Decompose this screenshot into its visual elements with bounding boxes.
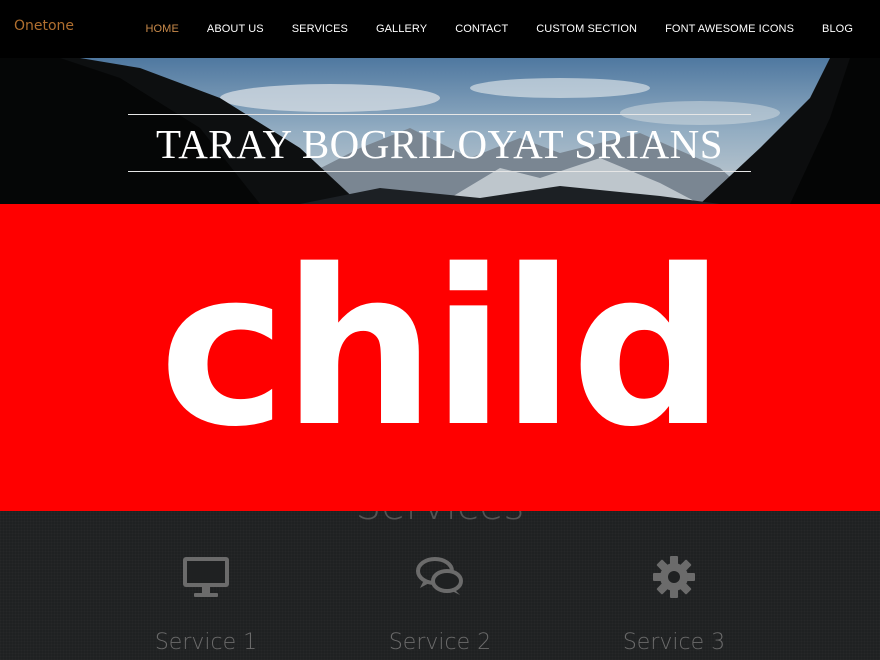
nav-menu: HOME ABOUT US SERVICES GALLERY CONTACT C… [117, 0, 853, 58]
nav-item-font-awesome-icons[interactable]: FONT AWESOME ICONS [665, 23, 794, 35]
nav-item-about-us[interactable]: ABOUT US [207, 23, 264, 35]
service-item-2[interactable]: Service 2 [350, 555, 530, 655]
hero-title-top-rule [128, 114, 751, 115]
hero-title-bottom-rule [128, 171, 751, 172]
nav-item-home[interactable]: HOME [145, 23, 178, 35]
comments-icon [350, 555, 530, 603]
service-item-3[interactable]: Service 3 [584, 555, 764, 655]
service-item-1[interactable]: Service 1 [116, 555, 296, 655]
nav-item-gallery[interactable]: GALLERY [376, 23, 427, 35]
service-label-1: Service 1 [154, 630, 258, 655]
service-label-3: Service 3 [622, 630, 726, 655]
nav-item-contact[interactable]: CONTACT [455, 23, 508, 35]
overlay-banner: child [0, 204, 880, 511]
overlay-label: child [159, 223, 725, 474]
services-section: Services Service 1 Service 2 [0, 483, 880, 660]
gear-icon [584, 555, 764, 603]
top-navbar: Onetone HOME ABOUT US SERVICES GALLERY C… [0, 0, 880, 58]
service-label-2: Service 2 [388, 630, 492, 655]
nav-item-custom-section[interactable]: CUSTOM SECTION [536, 23, 637, 35]
nav-item-services[interactable]: SERVICES [292, 23, 348, 35]
hero-title-block: TARAY BOGRILOYAT SRIANS [128, 114, 751, 204]
hero-banner: TARAY BOGRILOYAT SRIANS [0, 58, 880, 204]
site-brand[interactable]: Onetone [14, 18, 74, 34]
desktop-icon [116, 555, 296, 603]
hero-title: TARAY BOGRILOYAT SRIANS [155, 121, 724, 167]
nav-item-blog[interactable]: BLOG [822, 23, 853, 35]
